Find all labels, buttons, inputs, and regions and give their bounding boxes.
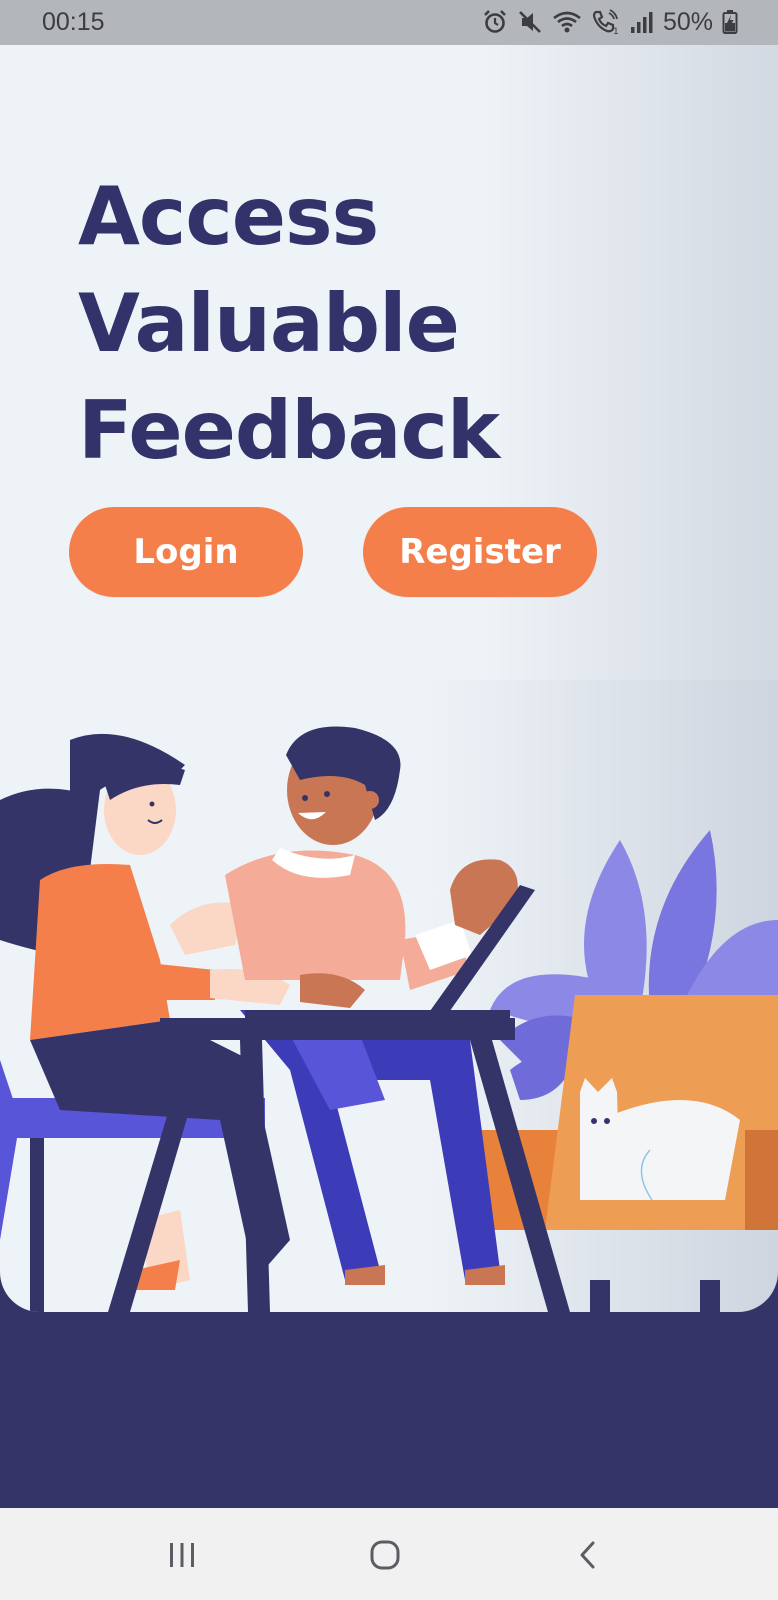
footer-band — [0, 1312, 778, 1508]
signal-icon — [630, 12, 653, 33]
alarm-icon — [484, 10, 506, 33]
register-button[interactable]: Register — [363, 507, 597, 597]
headline-line: Valuable — [78, 277, 460, 370]
login-button[interactable]: Login — [69, 507, 303, 597]
mute-icon — [519, 11, 541, 33]
headline-line: Feedback — [78, 384, 500, 477]
wifi-icon — [553, 11, 581, 33]
svg-text:1: 1 — [613, 27, 619, 35]
recents-button[interactable] — [152, 1530, 212, 1580]
status-bar: 00:15 1 50% — [0, 0, 778, 45]
status-time: 00:15 — [42, 8, 105, 36]
status-icons: 1 50% — [482, 7, 738, 37]
back-button[interactable] — [558, 1530, 618, 1580]
people-illustration — [0, 680, 778, 1312]
headline: Access Valuable Feedback — [78, 163, 500, 484]
home-button[interactable] — [355, 1530, 415, 1580]
recents-icon — [170, 1543, 194, 1567]
battery-charging-icon — [722, 10, 738, 34]
battery-percentage: 50% — [662, 7, 713, 36]
wifi-calling-icon: 1 — [592, 9, 619, 35]
home-icon — [370, 1540, 400, 1570]
hero-section: Access Valuable Feedback Login Register — [0, 45, 778, 681]
headline-line: Access — [78, 170, 379, 263]
navigation-bar — [0, 1508, 778, 1600]
back-icon — [580, 1541, 595, 1569]
